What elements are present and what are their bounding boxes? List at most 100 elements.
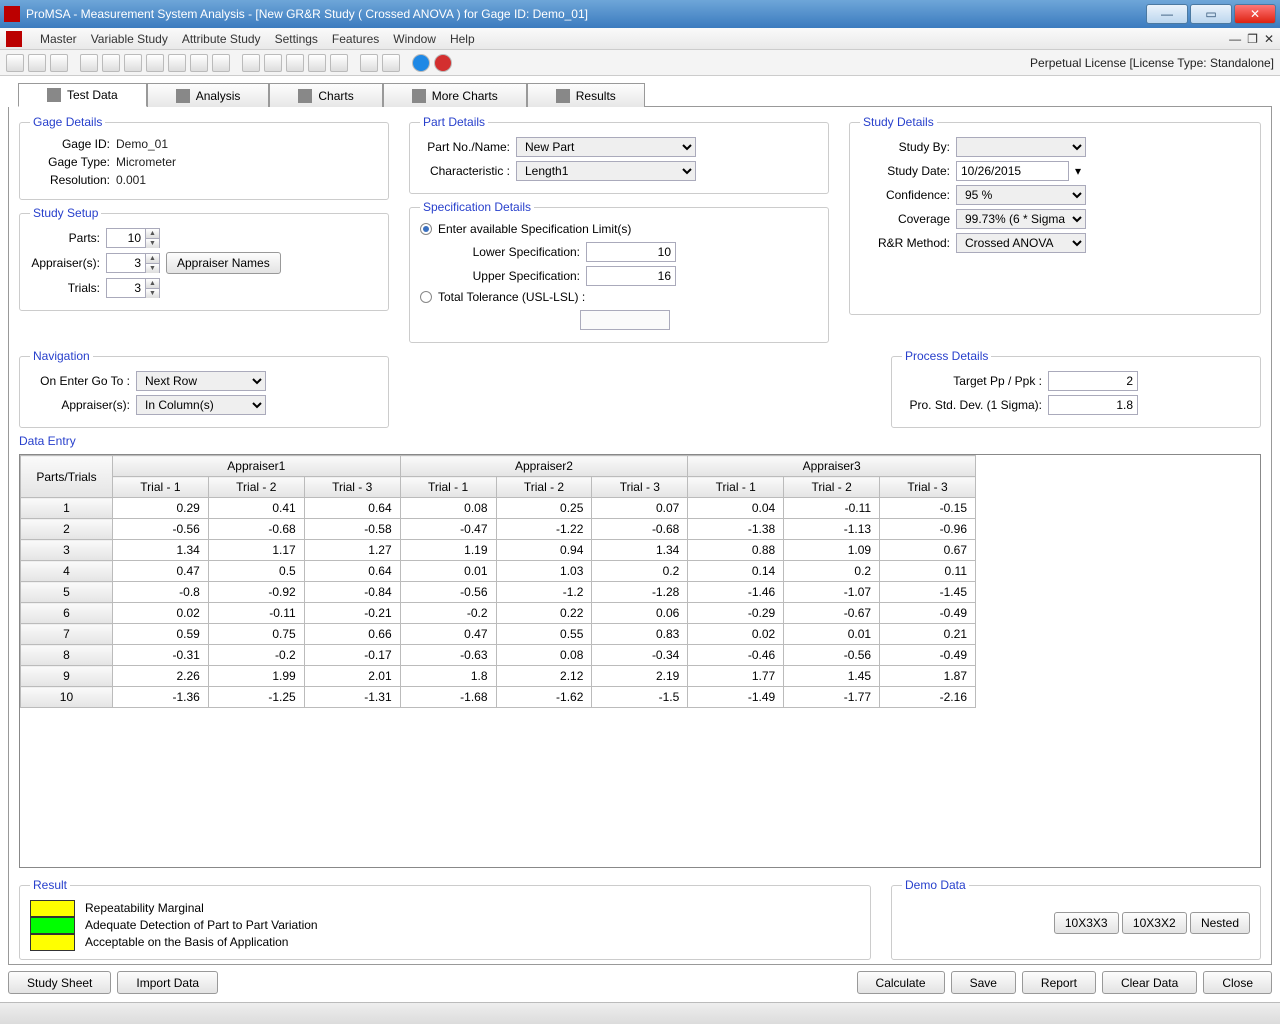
- toolbar-btn-10[interactable]: [212, 54, 230, 72]
- tab-analysis[interactable]: Analysis: [147, 83, 270, 107]
- mdi-close-icon[interactable]: ✕: [1264, 32, 1274, 46]
- data-cell[interactable]: 0.55: [496, 624, 592, 645]
- data-cell[interactable]: 1.17: [208, 540, 304, 561]
- data-cell[interactable]: 0.22: [496, 603, 592, 624]
- demo-10x3x2-button[interactable]: 10X3X2: [1122, 912, 1187, 934]
- data-cell[interactable]: 2.19: [592, 666, 688, 687]
- data-grid[interactable]: Parts/TrialsAppraiser1Appraiser2Appraise…: [19, 454, 1261, 868]
- data-cell[interactable]: -1.2: [496, 582, 592, 603]
- data-cell[interactable]: 0.21: [880, 624, 976, 645]
- data-cell[interactable]: -0.11: [208, 603, 304, 624]
- data-cell[interactable]: 0.94: [496, 540, 592, 561]
- close-panel-button[interactable]: Close: [1203, 971, 1272, 994]
- cov-select[interactable]: 99.73% (6 * Sigma): [956, 209, 1086, 229]
- data-cell[interactable]: 0.67: [880, 540, 976, 561]
- data-cell[interactable]: -0.31: [112, 645, 208, 666]
- mdi-restore-icon[interactable]: ❐: [1247, 32, 1258, 46]
- data-cell[interactable]: -1.28: [592, 582, 688, 603]
- data-cell[interactable]: 0.41: [208, 498, 304, 519]
- demo-10x3x3-button[interactable]: 10X3X3: [1054, 912, 1119, 934]
- spec-radio-limits[interactable]: Enter available Specification Limit(s): [420, 222, 818, 236]
- data-cell[interactable]: -1.38: [688, 519, 784, 540]
- data-cell[interactable]: 0.2: [592, 561, 688, 582]
- data-cell[interactable]: -0.67: [784, 603, 880, 624]
- close-button[interactable]: ✕: [1234, 4, 1276, 24]
- exit-icon[interactable]: [434, 54, 452, 72]
- tab-charts[interactable]: Charts: [269, 83, 382, 107]
- toolbar-btn-15[interactable]: [330, 54, 348, 72]
- tab-test-data[interactable]: Test Data: [18, 83, 147, 107]
- toolbar-btn-1[interactable]: [6, 54, 24, 72]
- data-cell[interactable]: 0.07: [592, 498, 688, 519]
- studyby-select[interactable]: [956, 137, 1086, 157]
- parts-spinner[interactable]: ▲▼: [106, 228, 160, 248]
- char-select[interactable]: Length1: [516, 161, 696, 181]
- data-cell[interactable]: 0.64: [304, 561, 400, 582]
- maximize-button[interactable]: ▭: [1190, 4, 1232, 24]
- data-cell[interactable]: -0.68: [208, 519, 304, 540]
- menu-variable-study[interactable]: Variable Study: [91, 32, 168, 46]
- data-cell[interactable]: -0.96: [880, 519, 976, 540]
- toolbar-btn-4[interactable]: [80, 54, 98, 72]
- data-cell[interactable]: -0.2: [208, 645, 304, 666]
- data-cell[interactable]: -0.34: [592, 645, 688, 666]
- data-cell[interactable]: -0.17: [304, 645, 400, 666]
- data-cell[interactable]: -0.56: [112, 519, 208, 540]
- toolbar-btn-13[interactable]: [286, 54, 304, 72]
- data-cell[interactable]: -1.49: [688, 687, 784, 708]
- data-cell[interactable]: -0.8: [112, 582, 208, 603]
- data-cell[interactable]: -0.56: [400, 582, 496, 603]
- save-button[interactable]: Save: [951, 971, 1016, 994]
- toolbar-btn-6[interactable]: [124, 54, 142, 72]
- data-cell[interactable]: -1.25: [208, 687, 304, 708]
- toolbar-btn-3[interactable]: [50, 54, 68, 72]
- data-cell[interactable]: 0.11: [880, 561, 976, 582]
- data-cell[interactable]: 1.45: [784, 666, 880, 687]
- data-cell[interactable]: 0.14: [688, 561, 784, 582]
- calculate-button[interactable]: Calculate: [857, 971, 945, 994]
- data-cell[interactable]: -1.07: [784, 582, 880, 603]
- data-cell[interactable]: 1.34: [112, 540, 208, 561]
- data-cell[interactable]: -0.11: [784, 498, 880, 519]
- data-cell[interactable]: 0.47: [112, 561, 208, 582]
- spec-radio-tolerance[interactable]: Total Tolerance (USL-LSL) :: [420, 290, 818, 304]
- data-cell[interactable]: -0.63: [400, 645, 496, 666]
- toolbar-btn-8[interactable]: [168, 54, 186, 72]
- data-cell[interactable]: 0.5: [208, 561, 304, 582]
- lsl-input[interactable]: [586, 242, 676, 262]
- menu-master[interactable]: Master: [40, 32, 77, 46]
- data-cell[interactable]: 0.02: [112, 603, 208, 624]
- data-cell[interactable]: 0.66: [304, 624, 400, 645]
- data-cell[interactable]: -0.46: [688, 645, 784, 666]
- data-cell[interactable]: 0.29: [112, 498, 208, 519]
- partno-select[interactable]: New Part: [516, 137, 696, 157]
- data-cell[interactable]: 1.09: [784, 540, 880, 561]
- data-cell[interactable]: 0.08: [400, 498, 496, 519]
- tab-more-charts[interactable]: More Charts: [383, 83, 527, 107]
- data-cell[interactable]: 0.2: [784, 561, 880, 582]
- usl-input[interactable]: [586, 266, 676, 286]
- pp-input[interactable]: [1048, 371, 1138, 391]
- data-cell[interactable]: 1.34: [592, 540, 688, 561]
- data-cell[interactable]: 0.02: [688, 624, 784, 645]
- nav-appr-select[interactable]: In Column(s): [136, 395, 266, 415]
- data-cell[interactable]: 0.47: [400, 624, 496, 645]
- import-data-button[interactable]: Import Data: [117, 971, 218, 994]
- mdi-minimize-icon[interactable]: —: [1229, 32, 1241, 46]
- appraisers-spinner[interactable]: ▲▼: [106, 253, 160, 273]
- data-cell[interactable]: 0.83: [592, 624, 688, 645]
- appraiser-names-button[interactable]: Appraiser Names: [166, 252, 281, 274]
- data-cell[interactable]: 1.8: [400, 666, 496, 687]
- data-cell[interactable]: -0.47: [400, 519, 496, 540]
- data-cell[interactable]: -0.2: [400, 603, 496, 624]
- toolbar-btn-9[interactable]: [190, 54, 208, 72]
- menu-settings[interactable]: Settings: [275, 32, 318, 46]
- data-cell[interactable]: 2.12: [496, 666, 592, 687]
- data-cell[interactable]: 0.04: [688, 498, 784, 519]
- toolbar-btn-12[interactable]: [264, 54, 282, 72]
- enter-select[interactable]: Next Row: [136, 371, 266, 391]
- menu-help[interactable]: Help: [450, 32, 475, 46]
- data-cell[interactable]: -1.68: [400, 687, 496, 708]
- data-cell[interactable]: 0.64: [304, 498, 400, 519]
- menu-attribute-study[interactable]: Attribute Study: [182, 32, 261, 46]
